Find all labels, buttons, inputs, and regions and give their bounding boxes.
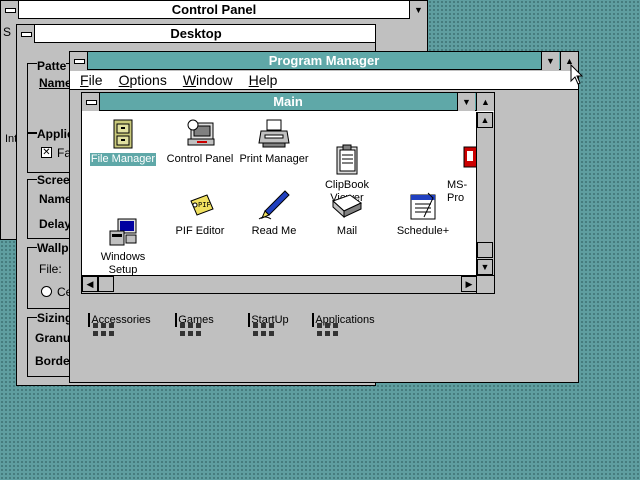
main-group-title: Main: [273, 94, 303, 109]
read-me-item[interactable]: Read Me: [236, 189, 312, 238]
windows-setup-icon: [106, 202, 140, 246]
control-panel-titlebar[interactable]: Control Panel: [1, 1, 427, 19]
menu-options[interactable]: Options: [109, 71, 173, 90]
clipbook-icon: [330, 130, 364, 175]
printer-icon: [257, 117, 291, 151]
pif-tag-icon: PIF: [183, 189, 217, 223]
pattern-name-label: Name: [39, 76, 72, 90]
program-manager-titlebar[interactable]: Program Manager: [70, 52, 578, 70]
main-group-system-menu-icon[interactable]: [82, 93, 100, 111]
control-panel-title: Control Panel: [171, 2, 257, 17]
main-group-titlebar[interactable]: Main: [82, 93, 494, 111]
control-panel-item[interactable]: Control Panel: [164, 117, 236, 166]
menu-window[interactable]: Window: [173, 71, 239, 90]
scroll-corner: [476, 275, 494, 293]
pif-editor-item[interactable]: PIF PIF Editor: [164, 189, 236, 238]
program-manager-title: Program Manager: [268, 53, 380, 68]
desktop-system-menu-icon[interactable]: [17, 25, 35, 43]
scroll-right-icon[interactable]: ▶: [461, 276, 477, 292]
svg-text:PIF: PIF: [198, 201, 211, 209]
applications-label: Applications: [315, 314, 375, 326]
file-manager-label: File Manager: [89, 153, 157, 166]
mouse-cursor-icon: [570, 63, 584, 86]
mail-item[interactable]: Mail: [314, 189, 380, 238]
granularity-label: Granu: [35, 331, 71, 345]
control-panel-minimize-icon[interactable]: ▼: [409, 1, 427, 19]
scroll-h-thumb[interactable]: [98, 276, 114, 292]
desktop-titlebar[interactable]: Desktop: [17, 25, 375, 43]
main-group-window[interactable]: Main ▼ ▲ File Manager Control Panel Prin…: [81, 92, 495, 294]
screensaver-name-label: Name: [39, 192, 72, 206]
fast-switching-checkbox[interactable]: ✕: [41, 147, 52, 158]
print-manager-item[interactable]: Print Manager: [236, 117, 312, 166]
wallpaper-label: Wallp: [37, 241, 69, 255]
program-group-icon: [175, 313, 202, 336]
screensaver-label: Scree: [37, 173, 70, 187]
control-panel-label: Control Panel: [166, 153, 234, 165]
mail-label: Mail: [336, 225, 358, 237]
desktop-title: Desktop: [170, 26, 222, 41]
applications-group[interactable]: Applications: [304, 313, 384, 336]
control-panel-partial-text: S: [3, 25, 12, 39]
wallpaper-file-label: File:: [39, 262, 62, 276]
main-group-maximize-icon[interactable]: ▲: [476, 93, 494, 111]
program-manager-minimize-icon[interactable]: ▼: [541, 52, 559, 70]
scroll-left-icon[interactable]: ◀: [82, 276, 98, 292]
games-group[interactable]: Games: [155, 313, 235, 336]
schedule-plus-label: Schedule+: [396, 225, 450, 237]
center-radio[interactable]: [41, 286, 52, 297]
main-horizontal-scrollbar[interactable]: ◀ ▶: [82, 275, 477, 293]
scroll-up-icon[interactable]: ▲: [477, 112, 493, 128]
scroll-down-icon[interactable]: ▼: [477, 259, 493, 275]
schedule-icon: [406, 189, 440, 223]
scroll-thumb[interactable]: [477, 242, 493, 258]
mail-icon: [330, 189, 364, 223]
main-vertical-scrollbar[interactable]: ▲ ▼: [476, 112, 494, 275]
program-manager-menubar: File Options Window Help: [70, 71, 578, 90]
read-me-label: Read Me: [251, 225, 297, 237]
menu-file[interactable]: File: [70, 71, 109, 90]
file-manager-item[interactable]: File Manager: [88, 117, 158, 166]
accessories-group[interactable]: Accessories: [80, 313, 160, 336]
windows-setup-item[interactable]: Windows Setup: [88, 189, 158, 277]
startup-group[interactable]: StartUp: [229, 313, 309, 336]
control-panel-icon: [183, 117, 217, 151]
sizing-label: Sizing: [37, 311, 73, 325]
accessories-label: Accessories: [91, 314, 151, 326]
menu-help[interactable]: Help: [239, 71, 284, 90]
pif-editor-label: PIF Editor: [175, 225, 225, 237]
control-panel-system-menu-icon[interactable]: [1, 1, 19, 19]
delay-label: Delay: [39, 217, 72, 231]
pen-icon: [257, 189, 291, 223]
print-manager-label: Print Manager: [239, 153, 309, 165]
program-manager-system-menu-icon[interactable]: [70, 52, 88, 70]
pattern-label: Patte: [37, 59, 67, 73]
main-group-minimize-icon[interactable]: ▼: [457, 93, 475, 111]
schedule-plus-item[interactable]: Schedule+: [388, 189, 458, 238]
file-cabinet-icon: [106, 117, 140, 151]
border-width-label: Borde: [35, 354, 70, 368]
program-manager-window[interactable]: Program Manager ▼ ▲ File Options Window Hel…: [69, 51, 579, 383]
windows-setup-label: Windows Setup: [100, 251, 146, 276]
